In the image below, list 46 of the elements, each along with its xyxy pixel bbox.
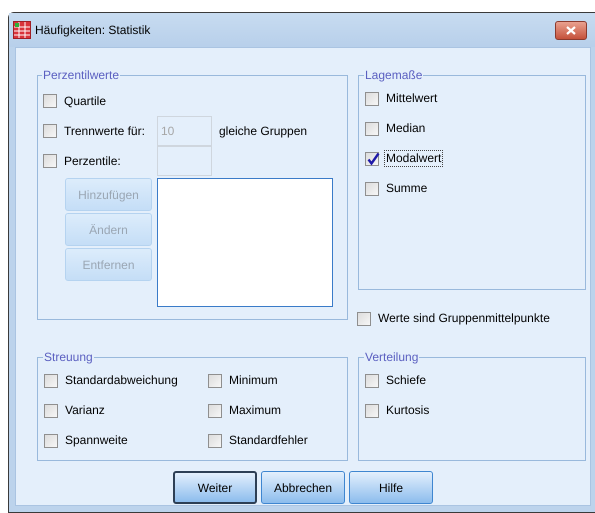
checkbox[interactable] (365, 122, 379, 136)
checkbox[interactable] (44, 404, 58, 418)
option-label: Kurtosis (385, 403, 430, 418)
checkbox[interactable] (365, 92, 379, 106)
option-label: Perzentile: (63, 154, 122, 168)
checkbox[interactable] (43, 154, 57, 168)
option-label: Quartile (63, 94, 108, 108)
option-label: Trennwerte für: (63, 124, 146, 138)
group-label: Lagemaße (364, 67, 424, 84)
checkbox[interactable] (43, 94, 57, 108)
option-label: Spannweite (64, 433, 129, 448)
field-suffix: gleiche Gruppen (219, 123, 308, 140)
checkbox[interactable] (208, 374, 222, 388)
checkbox[interactable] (357, 312, 371, 326)
checkbox[interactable] (208, 404, 222, 418)
percentile-list[interactable] (157, 178, 333, 307)
option-label: Standardabweichung (64, 373, 179, 388)
option-label: Mittelwert (385, 91, 438, 106)
table-icon (13, 21, 31, 39)
option-label: Summe (385, 181, 428, 196)
option-label: Werte sind Gruppenmittelpunkte (377, 311, 551, 326)
dialog-button[interactable]: Abbrechen (261, 471, 345, 504)
option-label: Modalwert (385, 151, 442, 166)
dialog-button[interactable]: Weiter (173, 471, 257, 504)
checkbox[interactable] (365, 182, 379, 196)
check-icon (367, 152, 380, 166)
window-title: Häufigkeiten: Statistik (35, 22, 150, 39)
checkbox[interactable] (44, 434, 58, 448)
checkbox[interactable] (43, 124, 57, 138)
group-label: Streuung (43, 349, 94, 366)
option-label: Maximum (228, 403, 282, 418)
checkbox[interactable] (365, 374, 379, 388)
checkbox[interactable] (365, 404, 379, 418)
option-label: Minimum (228, 373, 279, 388)
dialog-button[interactable]: Hilfe (349, 471, 433, 504)
option-label: Standardfehler (228, 433, 309, 448)
close-icon (566, 26, 576, 34)
option-label: Median (385, 121, 426, 136)
checkbox[interactable] (365, 152, 379, 166)
close-button[interactable] (555, 20, 587, 40)
checkbox[interactable] (44, 374, 58, 388)
option-label: Varianz (64, 403, 106, 418)
group-label: Verteilung (364, 349, 420, 366)
group-label: Perzentilwerte (42, 67, 120, 84)
checkbox[interactable] (208, 434, 222, 448)
option-label: Schiefe (385, 373, 428, 388)
